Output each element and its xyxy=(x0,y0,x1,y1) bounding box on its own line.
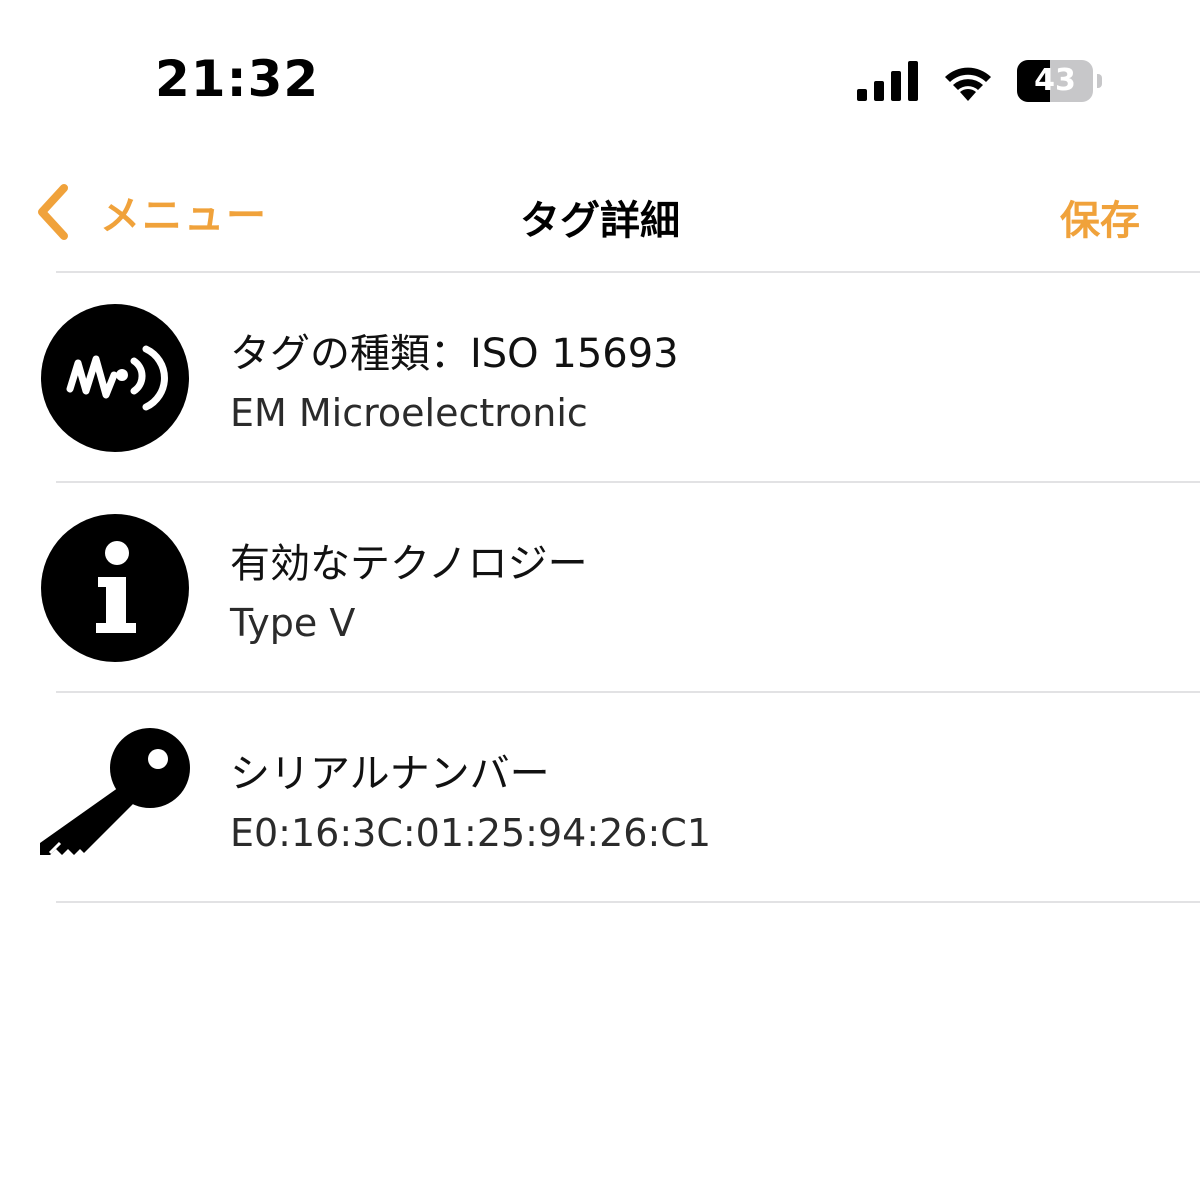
save-button[interactable]: 保存 xyxy=(1060,188,1140,246)
list-item-tag-type[interactable]: タグの種類：ISO 15693 EM Microelectronic xyxy=(0,273,1200,481)
list-item-serial-number[interactable]: シリアルナンバー E0:16:3C:01:25:94:26:C1 xyxy=(0,693,1200,901)
battery-cap xyxy=(1097,74,1102,88)
battery-level: 43 xyxy=(1034,63,1076,98)
wifi-icon xyxy=(945,67,991,101)
row-title: 有効なテクノロジー xyxy=(230,541,588,587)
row-value: Type V xyxy=(230,601,356,645)
battery-indicator: 43 xyxy=(1017,60,1102,102)
nfc-wave-icon xyxy=(41,304,189,452)
battery-body: 43 xyxy=(1017,60,1093,102)
divider xyxy=(56,901,1200,903)
info-icon xyxy=(41,514,189,662)
status-icons: 43 xyxy=(857,58,1102,104)
row-value: EM Microelectronic xyxy=(230,391,588,435)
list-item-technology[interactable]: 有効なテクノロジー Type V xyxy=(0,483,1200,691)
navigation-bar: メニュー タグ詳細 保存 xyxy=(0,160,1200,270)
status-time: 21:32 xyxy=(155,50,320,108)
cellular-signal-icon xyxy=(857,61,918,101)
key-icon xyxy=(40,728,190,855)
row-title: タグの種類：ISO 15693 xyxy=(230,331,679,377)
page-title: タグ詳細 xyxy=(520,198,680,244)
status-bar: 21:32 43 xyxy=(0,0,1200,150)
row-value: E0:16:3C:01:25:94:26:C1 xyxy=(230,811,711,855)
row-title: シリアルナンバー xyxy=(230,751,550,797)
